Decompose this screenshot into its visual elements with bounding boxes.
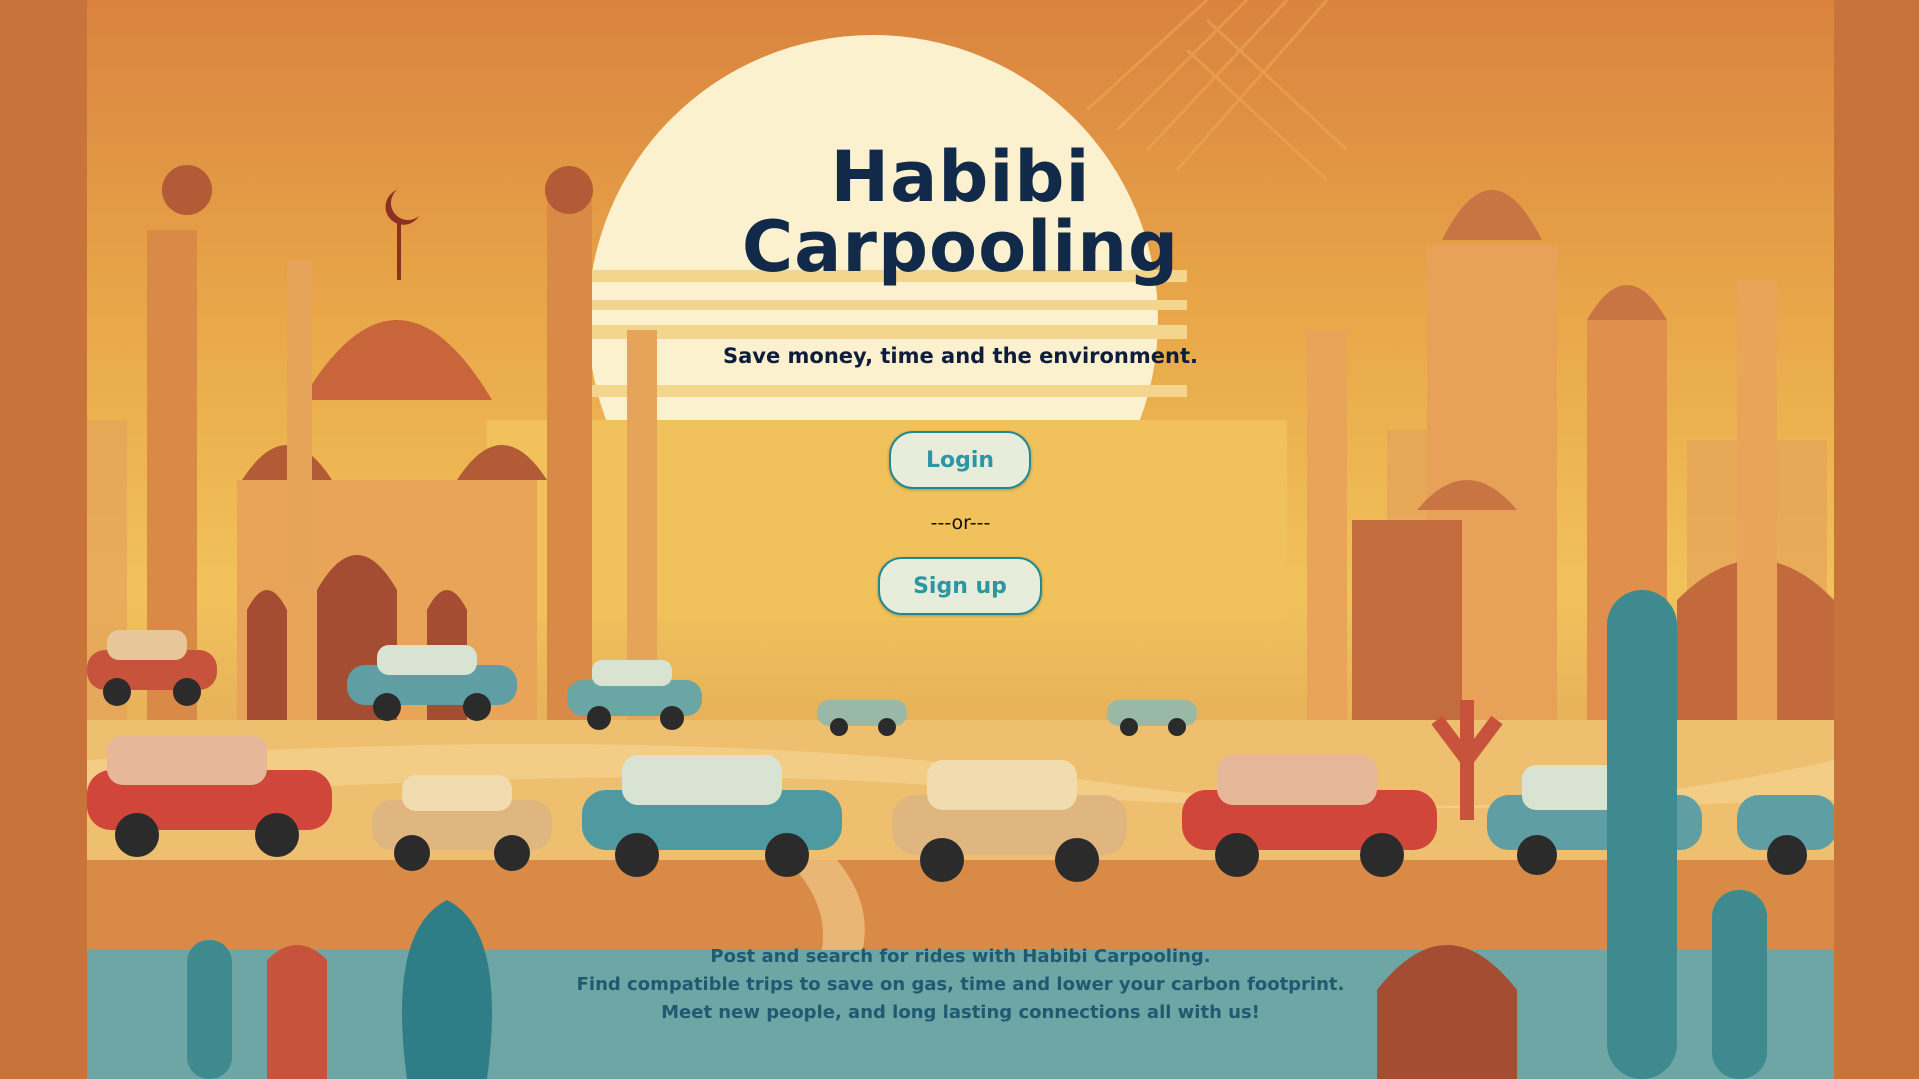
or-separator: ---or--- [930, 512, 991, 534]
app-title-line-2: Carpooling [741, 206, 1180, 288]
login-button[interactable]: Login [889, 431, 1031, 489]
hero-banner: Habibi Carpooling Save money, time and t… [87, 0, 1834, 1079]
footer-description: Post and search for rides with Habibi Ca… [87, 943, 1834, 1027]
page: Habibi Carpooling Save money, time and t… [0, 0, 1919, 1079]
footer-line-1: Post and search for rides with Habibi Ca… [710, 946, 1211, 967]
footer-line-2: Find compatible trips to save on gas, ti… [576, 974, 1345, 995]
tagline: Save money, time and the environment. [723, 344, 1198, 368]
app-title: Habibi Carpooling [87, 142, 1834, 282]
signup-button[interactable]: Sign up [878, 557, 1042, 615]
app-title-line-1: Habibi [830, 136, 1091, 218]
footer-line-3: Meet new people, and long lasting connec… [661, 1002, 1260, 1023]
